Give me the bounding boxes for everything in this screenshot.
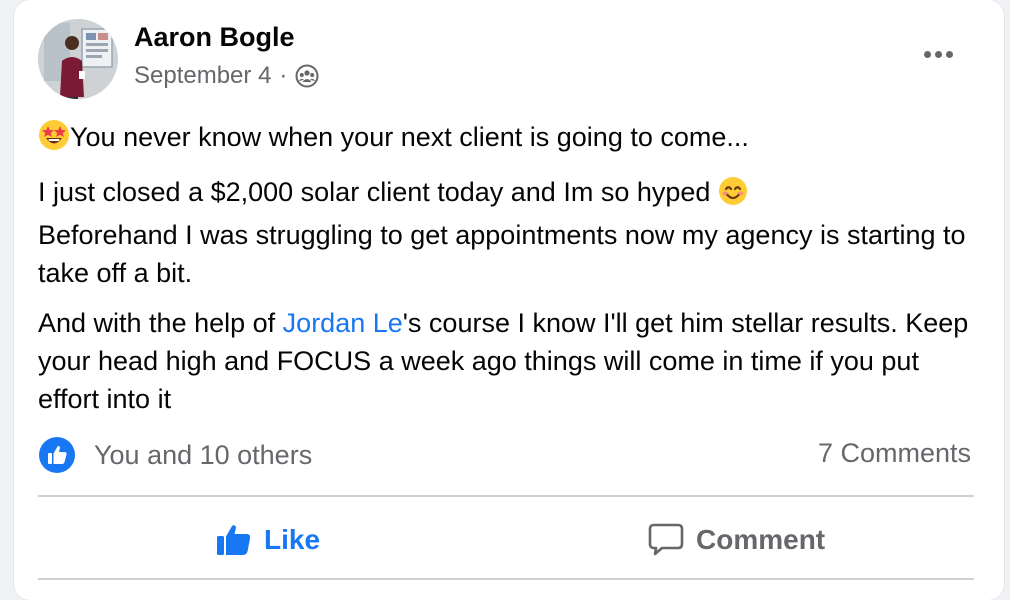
group-icon: [295, 64, 319, 88]
comments-count[interactable]: 7 Comments: [818, 438, 971, 469]
smiling-emoji-icon: [718, 176, 748, 216]
post-paragraph-2: I just closed a $2,000 solar client toda…: [38, 173, 978, 292]
like-button[interactable]: Like: [216, 512, 320, 568]
comment-button-label: Comment: [696, 524, 826, 555]
author-name[interactable]: Aaron Bogle: [134, 22, 295, 53]
post-paragraph-3-text-pre: And with the help of: [38, 308, 283, 338]
like-button-label: Like: [264, 524, 321, 555]
meta-separator: ·: [279, 62, 288, 89]
reactions-summary[interactable]: You and 10 others: [38, 436, 312, 474]
divider-bottom: [38, 578, 974, 580]
thumbs-up-icon: [216, 524, 252, 556]
post-line-1-text: You never know when your next client is …: [70, 122, 749, 152]
post-meta: September 4 ·: [134, 62, 319, 90]
reactions-text: You and 10 others: [94, 439, 313, 470]
avatar[interactable]: [38, 19, 118, 99]
comment-bubble-icon: [648, 523, 684, 557]
like-reaction-icon: [38, 436, 76, 474]
mention-link[interactable]: Jordan Le: [283, 308, 403, 338]
divider: [38, 495, 974, 497]
profile-photo: [38, 19, 118, 99]
comment-button[interactable]: Comment: [648, 512, 825, 568]
post-paragraph-2-text-b: Beforehand I was struggling to get appoi…: [38, 220, 966, 288]
post-paragraph-2-text-a: I just closed a $2,000 solar client toda…: [38, 177, 718, 207]
post-paragraph-3: And with the help of Jordan Le's course …: [38, 304, 978, 418]
post-body: You never know when your next client is …: [38, 118, 978, 430]
more-options-icon[interactable]: [918, 42, 958, 66]
post-line-1: You never know when your next client is …: [38, 118, 978, 161]
star-struck-emoji-icon: [38, 119, 70, 161]
post-date[interactable]: September 4: [134, 62, 271, 90]
